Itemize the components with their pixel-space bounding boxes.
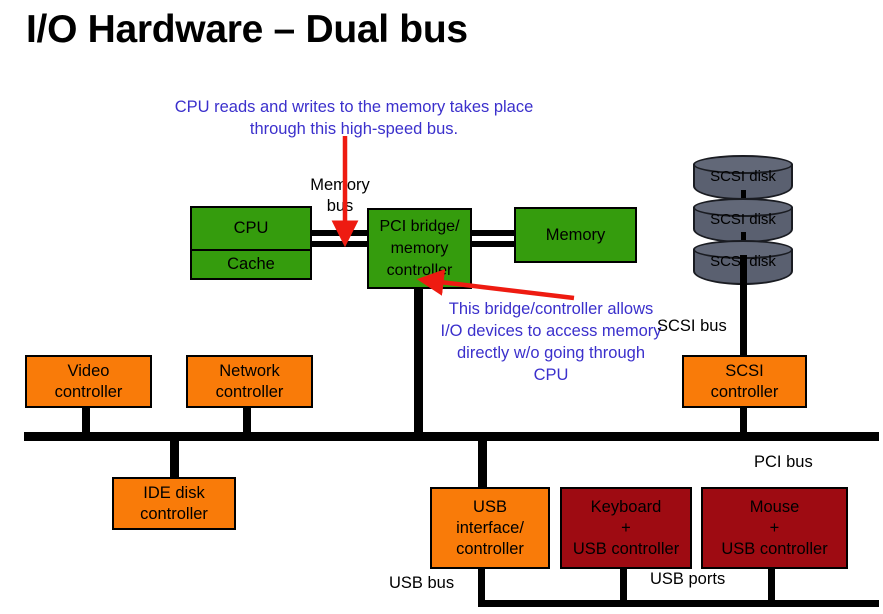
block-scsi-controller[interactable]: SCSI controller	[682, 355, 807, 408]
bus-stub-network	[243, 408, 251, 434]
scsi-disk-label: SCSI disk	[710, 211, 776, 228]
bus-stub-ide	[170, 440, 179, 479]
block-pci-bridge-memory-controller[interactable]: PCI bridge/ memory controller	[367, 208, 472, 289]
annotation-memory-bus: CPU reads and writes to the memory takes…	[174, 98, 534, 138]
bus-stub-video	[82, 408, 90, 434]
label-scsi-bus: SCSI bus	[657, 317, 727, 335]
usb-bus-line	[478, 600, 879, 607]
scsi-disk-label: SCSI disk	[710, 168, 776, 185]
page-title: I/O Hardware – Dual bus	[26, 8, 468, 51]
pci-bus-line	[24, 432, 879, 441]
usb-stub-mouse	[768, 569, 775, 603]
memory-bus-line-left	[310, 230, 370, 247]
block-memory[interactable]: Memory	[514, 207, 637, 263]
label-usb-ports: USB ports	[650, 570, 726, 588]
block-cpu[interactable]: CPU	[190, 206, 312, 250]
usb-stub-interface	[478, 569, 485, 603]
bus-stub-scsi	[740, 408, 747, 434]
block-mouse-usb-controller[interactable]: Mouse + USB controller	[701, 487, 848, 569]
scsi-bus-line	[740, 255, 747, 355]
block-ide-disk-controller[interactable]: IDE disk controller	[112, 477, 236, 530]
block-network-controller[interactable]: Network controller	[186, 355, 313, 408]
usb-stub-keyboard	[620, 569, 627, 603]
block-cache[interactable]: Cache	[190, 250, 312, 280]
memory-bus-line-right	[469, 230, 517, 247]
bus-stub-usb	[478, 440, 487, 489]
scsi-disk-label: SCSI disk	[710, 253, 776, 270]
label-usb-bus: USB bus	[389, 574, 455, 592]
diagram-canvas: I/O Hardware – Dual bus CPU reads and wr…	[0, 0, 883, 614]
block-keyboard-usb-controller[interactable]: Keyboard + USB controller	[560, 487, 692, 569]
block-usb-interface-controller[interactable]: USB interface/ controller	[430, 487, 550, 569]
bus-stub-pci-bridge	[414, 289, 423, 434]
label-memory-bus: Memory bus	[310, 176, 370, 215]
annotation-bridge: This bridge/controller allows I/O device…	[440, 300, 662, 384]
label-pci-bus: PCI bus	[754, 453, 813, 471]
block-video-controller[interactable]: Video controller	[25, 355, 152, 408]
